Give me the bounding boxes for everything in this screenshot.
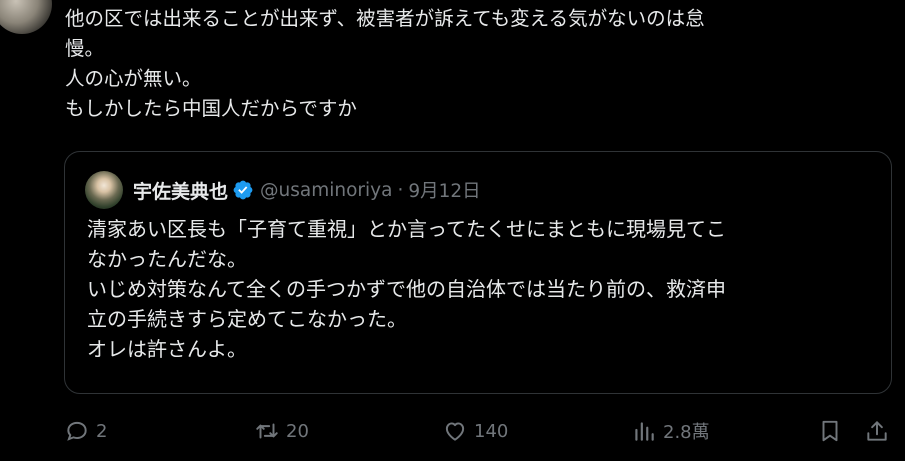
quoted-line: オレは許さんよ。 — [87, 337, 247, 361]
reply-count: 2 — [96, 420, 108, 442]
separator-dot: · — [397, 179, 404, 201]
bookmark-button[interactable] — [817, 418, 843, 444]
reply-icon — [67, 421, 87, 441]
action-bar: 2 20 140 2.8萬 — [64, 410, 894, 454]
tweet-line: 人の心が無い。 — [65, 67, 202, 90]
tweet-line: もしかしたら中国人だからですか — [65, 97, 357, 120]
share-button[interactable] — [864, 418, 890, 444]
view-count: 2.8萬 — [663, 422, 710, 443]
quoted-tweet-text: 清家あい区長も「子育て重視」とか言ってたくせにまともに現場見てこ なかったんだな… — [87, 214, 877, 364]
tweet-line: 他の区では出来ることが出来ず、被害者が訴えても変える気がないのは怠 — [65, 7, 705, 30]
quoted-tweet-date[interactable]: 9月12日 — [408, 177, 480, 203]
verified-badge-icon — [233, 180, 253, 200]
share-icon — [867, 421, 887, 441]
quoted-author-handle[interactable]: @usaminoriya — [260, 180, 392, 201]
quoted-author-avatar[interactable] — [85, 171, 123, 209]
like-button[interactable]: 140 — [442, 418, 508, 444]
author-avatar[interactable] — [0, 0, 52, 34]
quoted-line: 清家あい区長も「子育て重視」とか言ってたくせにまともに現場見てこ — [87, 217, 726, 241]
reply-button[interactable]: 2 — [64, 418, 107, 444]
tweet-text: 他の区では出来ることが出来ず、被害者が訴えても変える気がないのは怠 慢。 人の心… — [65, 4, 865, 124]
quoted-tweet[interactable]: 宇佐美典也 @usaminoriya · 9月12日 清家あい区長も「子育て重視… — [64, 151, 892, 394]
repost-count: 20 — [286, 420, 309, 442]
repost-icon — [256, 423, 278, 439]
quoted-tweet-header: 宇佐美典也 @usaminoriya · 9月12日 — [85, 170, 481, 210]
views-button[interactable]: 2.8萬 — [631, 418, 710, 444]
tweet-line: 慢。 — [65, 37, 105, 60]
quoted-line: いじめ対策なんて全くの手つかずで他の自治体では当たり前の、救済申 — [87, 277, 726, 301]
quoted-line: なかったんだな。 — [87, 247, 247, 271]
quoted-author-name[interactable]: 宇佐美典也 — [133, 177, 228, 204]
views-icon — [635, 422, 654, 441]
heart-icon — [445, 422, 465, 441]
like-count: 140 — [474, 420, 509, 442]
repost-button[interactable]: 20 — [254, 418, 309, 444]
quoted-line: 立の手続きすら定めてこなかった。 — [87, 307, 407, 331]
bookmark-icon — [822, 420, 838, 442]
